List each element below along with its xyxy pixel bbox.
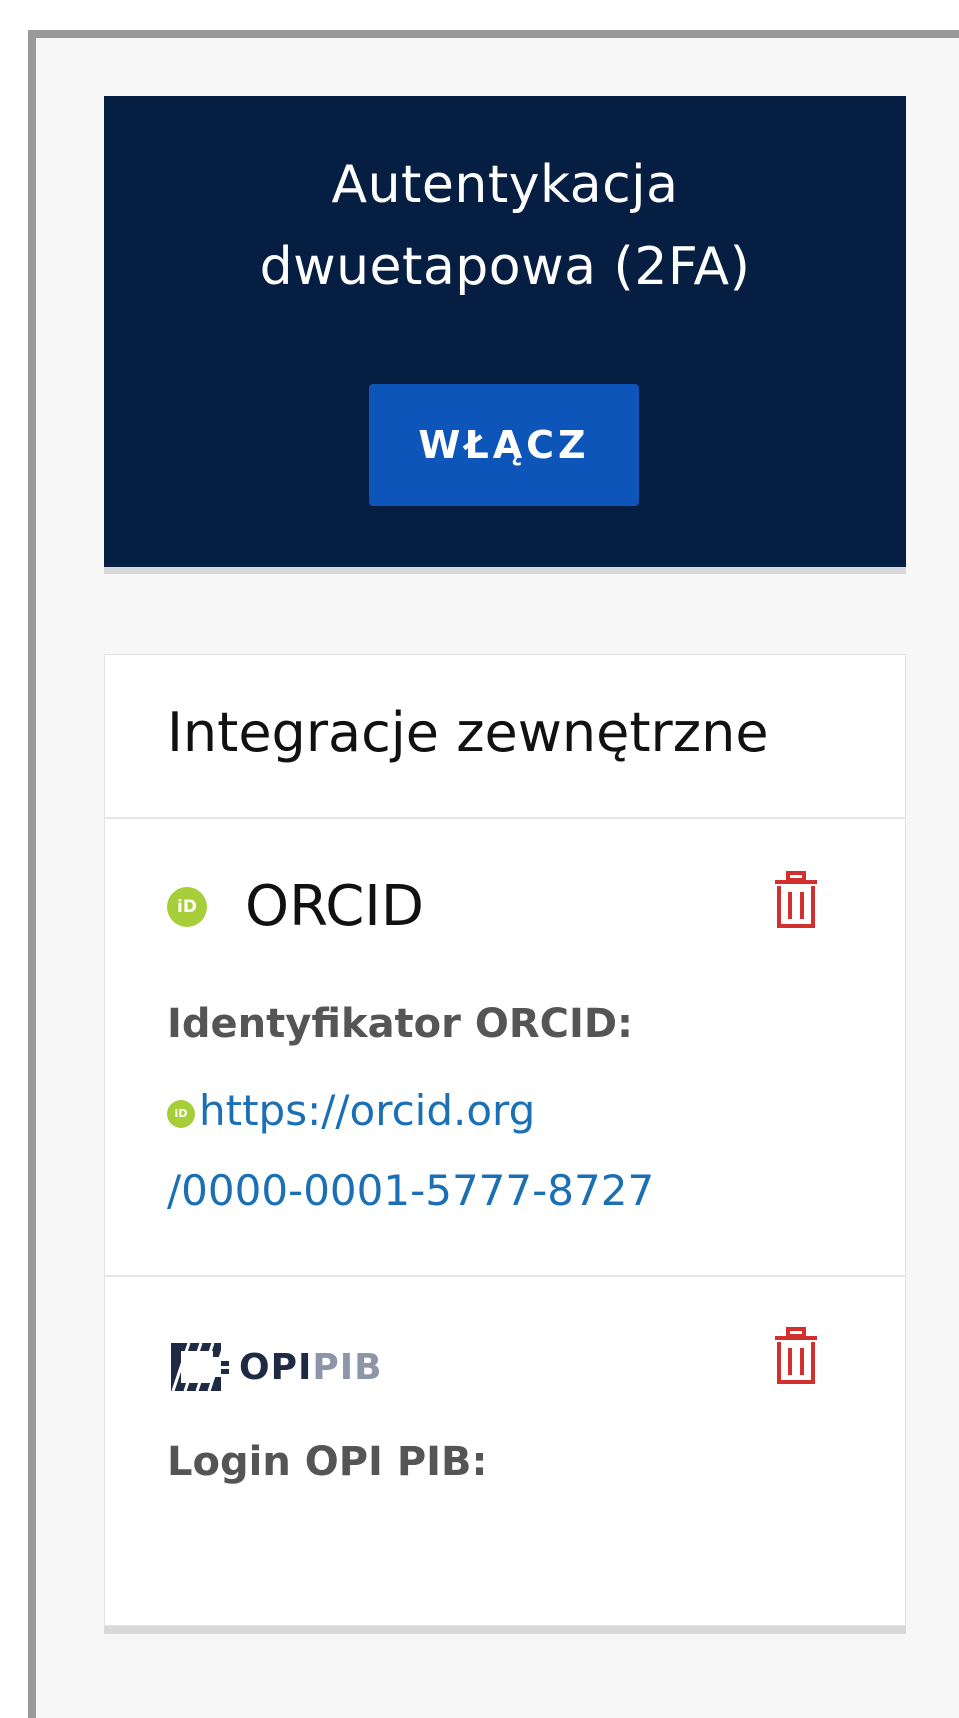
orcid-link-text-line1: https://orcid.org [199, 1086, 536, 1135]
delete-opi-trash-icon[interactable] [773, 1327, 819, 1385]
orcid-icon: iD [167, 887, 207, 927]
pib-logo-text: PIB [312, 1346, 383, 1388]
opi-pib-logo: OPIPIB [167, 1335, 383, 1399]
two-factor-card: Autentykacja dwuetapowa (2FA) WŁĄCZ [104, 96, 906, 567]
opi-logo-text: OPI [239, 1346, 313, 1388]
enable-2fa-button[interactable]: WŁĄCZ [369, 384, 639, 506]
orcid-profile-link[interactable]: iD https://orcid.org/0000-0001-5777-8727 [167, 1071, 787, 1231]
integrations-title: Integracje zewnętrzne [167, 701, 769, 764]
orcid-id-label: Identyfikator ORCID: [167, 1001, 634, 1047]
two-factor-title-line2: dwuetapowa (2FA) [259, 237, 751, 297]
orcid-link-text-line2: /0000-0001-5777-8727 [167, 1166, 655, 1215]
orcid-name: ORCID [245, 874, 424, 939]
opi-logo-mark-icon [171, 1342, 229, 1392]
window-frame-left [28, 30, 36, 1718]
integrations-card: Integracje zewnętrzne iD ORCID Identyfik… [104, 654, 906, 1626]
orcid-link-icon: iD [167, 1099, 195, 1128]
integrations-header-divider [105, 817, 905, 819]
window-frame-top [28, 30, 959, 38]
opi-login-label: Login OPI PIB: [167, 1439, 488, 1485]
opi-pib-logo-text: OPIPIB [239, 1347, 383, 1388]
orcid-header: iD ORCID [167, 875, 424, 939]
orcid-opi-divider [105, 1275, 905, 1277]
two-factor-title-line1: Autentykacja [331, 155, 679, 215]
delete-orcid-trash-icon[interactable] [773, 871, 819, 929]
two-factor-title: Autentykacja dwuetapowa (2FA) [104, 144, 906, 308]
